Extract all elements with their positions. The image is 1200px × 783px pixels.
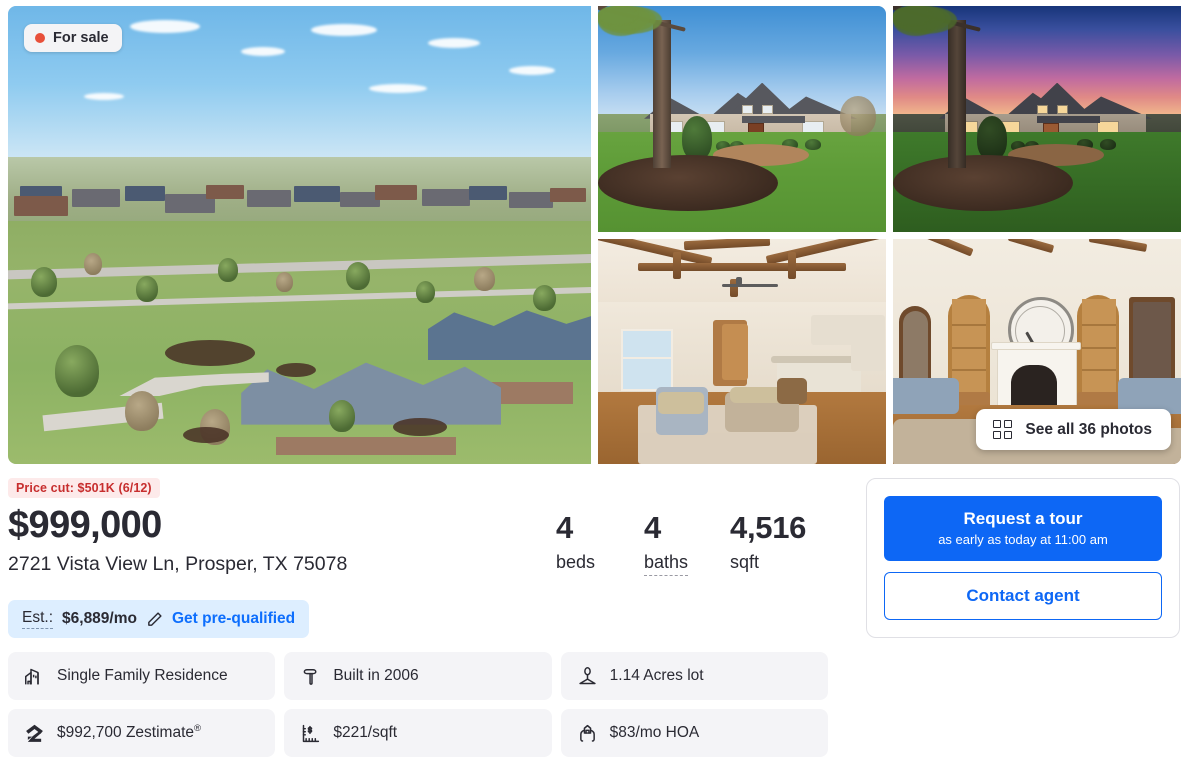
registered-trademark-symbol: ® (194, 723, 202, 735)
pre-qualified-banner[interactable]: Est.: $6,889/mo Get pre-qualified (8, 600, 310, 639)
fact-year-built: Built in 2006 (284, 652, 552, 700)
listing-details: Price cut: $501K (6/12) $999,000 2721 Vi… (8, 478, 838, 639)
monthly-est-amount: $6,889/mo (62, 610, 137, 628)
see-all-photos-button[interactable]: See all 36 photos (976, 409, 1171, 450)
request-a-tour-subtitle: as early as today at 11:00 am (938, 532, 1108, 548)
contact-agent-button[interactable]: Contact agent (884, 571, 1162, 620)
gallery-photo-living-room-beamed-ceiling[interactable] (598, 238, 886, 464)
fact-lot-size-label: 1.14 Acres lot (609, 667, 704, 684)
photo-grid-icon (993, 420, 1013, 439)
fact-property-type-label: Single Family Residence (57, 667, 228, 684)
baths-value: 4 (644, 510, 661, 545)
fact-zestimate: $992,700 Zestimate® (8, 709, 276, 757)
fact-property-type: Single Family Residence (8, 652, 276, 700)
ruler-dollar-icon (303, 724, 320, 742)
see-all-photos-label: See all 36 photos (1025, 420, 1152, 438)
aerial-photo-art (8, 6, 591, 464)
listing-price: $999,000 (8, 504, 162, 546)
gallery-photo-front-exterior-day[interactable] (598, 6, 886, 232)
baths-stat: 4 baths (644, 510, 730, 576)
pencil-edit-icon[interactable] (146, 611, 163, 628)
property-facts-grid: Single Family Residence Built in 2006 1.… (8, 652, 828, 757)
price-address-column: $999,000 2721 Vista View Ln, Prosper, TX… (8, 504, 556, 576)
get-pre-qualified-link[interactable]: Get pre-qualified (172, 610, 295, 628)
property-listing-page: For sale See all 36 photos Price cut: $5… (0, 0, 1200, 783)
beds-label: beds (556, 551, 596, 572)
photo-gallery: For sale See all 36 photos (8, 6, 1192, 464)
living-room-photo-art (598, 238, 886, 464)
request-a-tour-title: Request a tour (963, 509, 1083, 528)
price-cut-badge: Price cut: $501K (6/12) (8, 478, 160, 498)
hands-house-icon (579, 724, 595, 742)
zillow-z-icon (26, 724, 43, 742)
for-sale-dot-icon (35, 33, 45, 43)
fact-price-per-sqft: $221/sqft (284, 709, 552, 757)
front-day-photo-art (598, 6, 886, 232)
beds-stat: 4 beds (556, 510, 644, 573)
fact-hoa-label: $83/mo HOA (609, 724, 700, 741)
home-building-icon (25, 668, 39, 684)
gallery-photo-family-room-fireplace[interactable]: See all 36 photos (893, 238, 1181, 464)
sqft-value: 4,516 (730, 510, 807, 545)
gallery-photo-aerial-neighborhood-view[interactable]: For sale (8, 6, 591, 464)
request-a-tour-button[interactable]: Request a tour as early as today at 11:0… (884, 496, 1162, 561)
beds-value: 4 (556, 510, 573, 545)
fact-hoa: $83/mo HOA (560, 709, 828, 757)
listing-address: 2721 Vista View Ln, Prosper, TX 75078 (8, 553, 348, 576)
monthly-est-label: Est.: (22, 609, 54, 630)
baths-label[interactable]: baths (644, 552, 689, 576)
fact-zestimate-label: $992,700 Zestimate® (57, 723, 202, 742)
hammer-icon (303, 668, 317, 685)
front-twilight-photo-art (893, 6, 1181, 232)
fact-price-per-sqft-label: $221/sqft (333, 724, 398, 741)
agent-cta-card: Request a tour as early as today at 11:0… (866, 478, 1180, 638)
sqft-stat: 4,516 sqft (730, 510, 807, 573)
lot-tree-icon (578, 666, 596, 684)
sqft-label: sqft (730, 551, 760, 572)
for-sale-label: For sale (53, 30, 109, 46)
beds-baths-sqft: 4 beds 4 baths 4,516 sqft (556, 505, 806, 576)
gallery-photo-front-exterior-twilight[interactable] (893, 6, 1181, 232)
price-and-specs-row: $999,000 2721 Vista View Ln, Prosper, TX… (8, 504, 838, 576)
for-sale-badge: For sale (24, 24, 122, 52)
fact-lot-size: 1.14 Acres lot (560, 652, 828, 700)
fact-year-built-label: Built in 2006 (333, 667, 419, 684)
